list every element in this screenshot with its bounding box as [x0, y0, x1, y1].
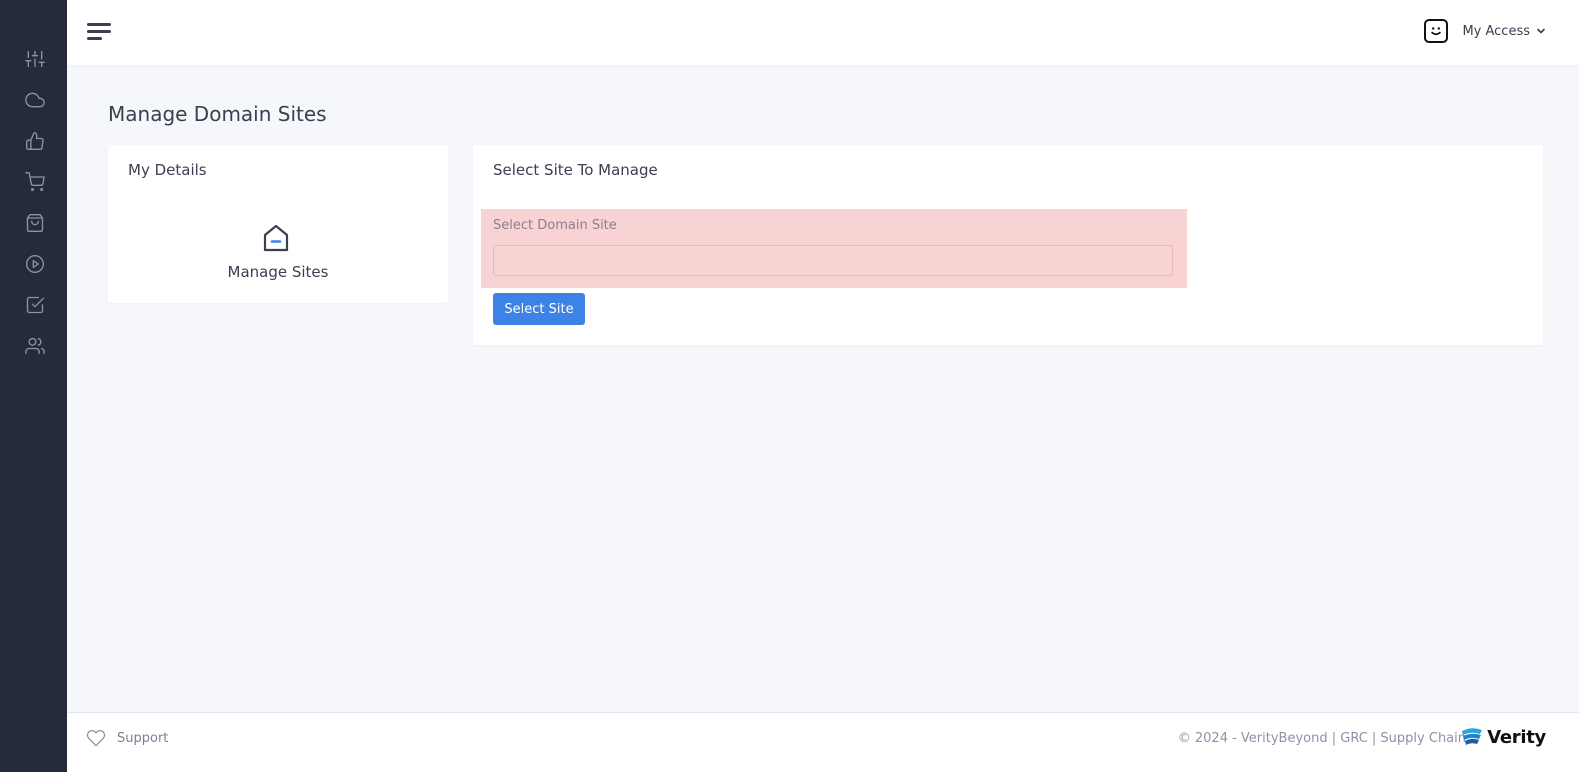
house-icon[interactable] [262, 223, 290, 253]
sidebar [0, 0, 67, 772]
heart-icon [86, 729, 106, 747]
select-site-title: Select Site To Manage [493, 161, 658, 179]
domain-site-field-group: Select Domain Site [481, 209, 1187, 288]
check-square-icon[interactable] [23, 293, 47, 317]
manage-sites-link[interactable]: Manage Sites [108, 263, 448, 281]
verity-logo-text: Verity [1487, 726, 1546, 748]
chevron-down-icon [1537, 28, 1545, 34]
cloud-icon[interactable] [23, 88, 47, 112]
my-access-menu[interactable]: My Access [1424, 19, 1546, 43]
verity-logo-icon [1462, 728, 1483, 745]
play-circle-icon[interactable] [23, 252, 47, 276]
thumbs-up-icon[interactable] [23, 129, 47, 153]
page-title: Manage Domain Sites [108, 102, 327, 126]
domain-site-input[interactable] [493, 245, 1173, 276]
smiley-icon [1424, 19, 1449, 43]
hamburger-icon[interactable] [87, 20, 113, 44]
shopping-bag-icon[interactable] [23, 211, 47, 235]
verity-logo: Verity [1460, 725, 1546, 749]
select-site-card: Select Site To Manage Select Domain Site… [473, 145, 1543, 345]
support-link[interactable]: Support [86, 729, 168, 747]
users-icon[interactable] [23, 334, 47, 358]
footer: Support © 2024 - VerityBeyond | GRC | Su… [67, 712, 1579, 772]
domain-site-label: Select Domain Site [493, 218, 617, 233]
sliders-icon[interactable] [23, 47, 47, 71]
copyright-text: © 2024 - VerityBeyond | GRC | Supply Cha… [1177, 731, 1466, 746]
shopping-cart-icon[interactable] [23, 170, 47, 194]
top-bar: My Access [67, 0, 1579, 65]
select-site-button[interactable]: Select Site [493, 293, 585, 325]
my-details-card: My Details Manage Sites [108, 145, 448, 303]
my-access-label: My Access [1462, 23, 1530, 39]
support-label: Support [117, 730, 169, 746]
my-details-title: My Details [128, 161, 207, 179]
